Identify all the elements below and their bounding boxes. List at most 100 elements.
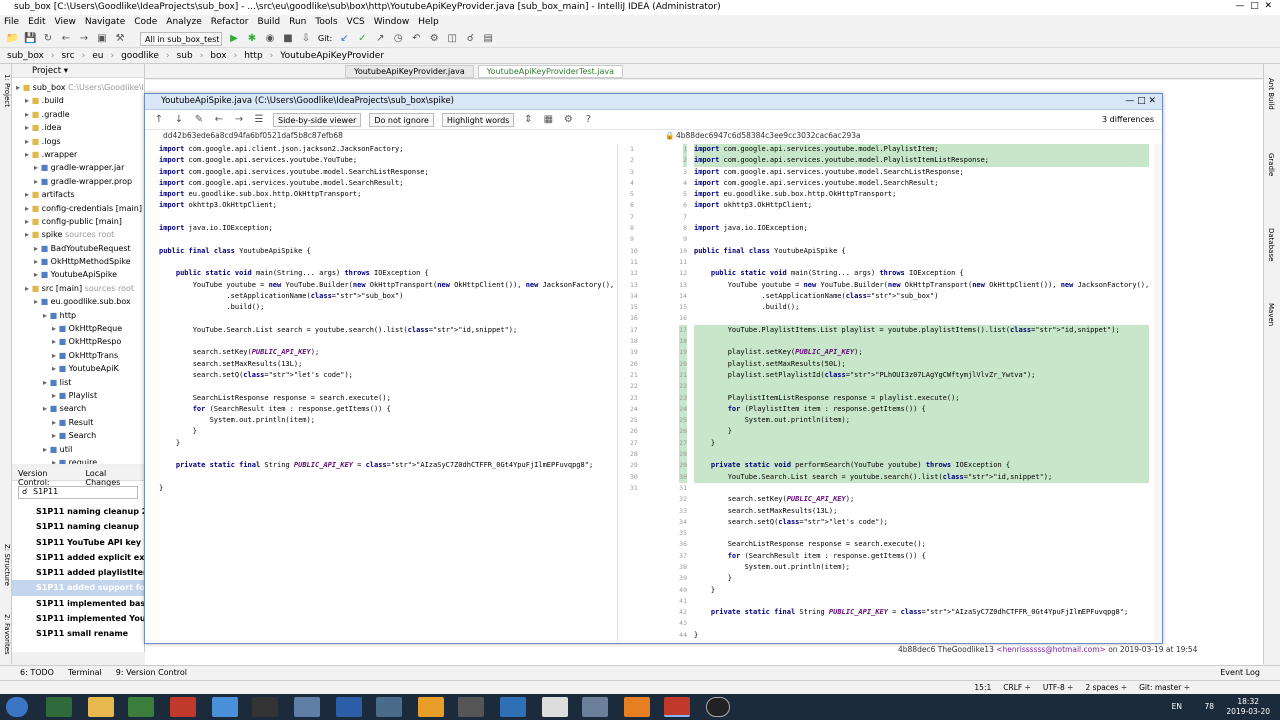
breadcrumb-item[interactable]: box: [207, 51, 229, 61]
breadcrumb-item[interactable]: sub_box: [4, 51, 47, 61]
tool-ant-build[interactable]: Ant Build: [1267, 78, 1275, 110]
diff-scrollbar[interactable]: [1154, 144, 1162, 642]
tree-item[interactable]: ▸ ■ require: [12, 456, 144, 464]
terminal-icon[interactable]: [252, 697, 278, 717]
tree-item[interactable]: ▸ ■ YoutubeApiSpike: [12, 268, 144, 281]
editor-tab[interactable]: YoutubeApiKeyProviderTest.java: [477, 64, 624, 78]
open-icon[interactable]: 📁: [6, 33, 18, 45]
git-branch[interactable]: Git: master ÷: [1139, 683, 1190, 692]
taskbar-app-icon[interactable]: [582, 697, 608, 717]
taskbar-app-icon[interactable]: [46, 697, 72, 717]
run-config-select[interactable]: All in sub_box_test: [140, 31, 222, 46]
tree-item[interactable]: ▸ ■ http: [12, 309, 144, 322]
taskbar-app-icon[interactable]: [418, 697, 444, 717]
menu-file[interactable]: File: [4, 17, 19, 27]
tool-favorites[interactable]: 2: Favorites: [3, 614, 11, 655]
taskbar-app-icon[interactable]: [376, 697, 402, 717]
next-diff-icon[interactable]: ↑: [153, 114, 165, 126]
tree-item[interactable]: ▸ ■ OkHttpRespo: [12, 335, 144, 348]
menu-code[interactable]: Code: [134, 17, 157, 27]
start-icon[interactable]: [6, 697, 28, 717]
tree-item[interactable]: ▸ ■ util: [12, 443, 144, 456]
tool-gradle[interactable]: Gradle: [1267, 153, 1275, 176]
tray-clock[interactable]: 18:32 2019-03-20: [1226, 697, 1270, 717]
taskbar-app-icon[interactable]: [500, 697, 526, 717]
viewer-select[interactable]: Side-by-side viewer: [273, 112, 362, 127]
menu-edit[interactable]: Edit: [28, 17, 45, 27]
tree-item[interactable]: ▸ ■ BadYoutubeRequest: [12, 242, 144, 255]
breadcrumb-item[interactable]: YoutubeApiKeyProvider: [277, 51, 387, 61]
coverage-icon[interactable]: ◉: [264, 33, 276, 45]
menu-navigate[interactable]: Navigate: [85, 17, 125, 27]
tree-item[interactable]: ▸ ■ gradle-wrapper.jar: [12, 161, 144, 174]
vc-search-box[interactable]: ☌ S1P11: [18, 486, 138, 499]
taskbar-app-icon[interactable]: [294, 697, 320, 717]
ignore-select[interactable]: Do not ignore: [369, 112, 434, 127]
tree-item[interactable]: ▸ ■ OkHttpTrans: [12, 349, 144, 362]
tool-maven[interactable]: Maven: [1267, 303, 1275, 326]
forward-icon[interactable]: →: [78, 33, 90, 45]
line-separator[interactable]: CRLF ÷: [1003, 683, 1031, 692]
breadcrumb-item[interactable]: src: [58, 51, 77, 61]
tree-item[interactable]: ▸ ■ gradle-wrapper.prop: [12, 175, 144, 188]
tool-database[interactable]: Database: [1267, 228, 1275, 261]
tree-item[interactable]: ▸ ■ Search: [12, 429, 144, 442]
taskbar-app-icon[interactable]: [458, 697, 484, 717]
back-icon[interactable]: ←: [60, 33, 72, 45]
run-icon[interactable]: ▶: [228, 33, 240, 45]
save-icon[interactable]: 💾: [24, 33, 36, 45]
tree-item[interactable]: ▸ ■ sub_box C:\Users\Goodlike\IdeaProjec…: [12, 81, 144, 94]
bottom-tab[interactable]: 6: TODO: [20, 668, 54, 677]
settings-icon[interactable]: ⚙: [428, 33, 440, 45]
tree-item[interactable]: ▸ ■ .idea: [12, 121, 144, 134]
tree-item[interactable]: ▸ ■ search: [12, 402, 144, 415]
git-pull-icon[interactable]: ↙: [338, 33, 350, 45]
hammer-icon[interactable]: ⚒: [114, 33, 126, 45]
tree-item[interactable]: ▸ ■ spike sources root: [12, 228, 144, 241]
menu-refactor[interactable]: Refactor: [211, 17, 249, 27]
commit-email[interactable]: <henrissssss@hotmail.com>: [996, 645, 1106, 654]
revert-icon[interactable]: ↶: [410, 33, 422, 45]
tree-item[interactable]: ▸ ■ Playlist: [12, 389, 144, 402]
list-icon[interactable]: ☰: [253, 114, 265, 126]
menu-window[interactable]: Window: [374, 17, 410, 27]
sync-scroll-icon[interactable]: ▦: [542, 114, 554, 126]
taskbar-app-icon[interactable]: [706, 697, 730, 717]
bottom-tab[interactable]: Terminal: [68, 668, 102, 677]
commit-row[interactable]: S1P11 naming cleanup: [12, 519, 144, 534]
breadcrumb-item[interactable]: goodlike: [118, 51, 162, 61]
taskbar-app-icon[interactable]: [336, 697, 362, 717]
tool-project[interactable]: 1: Project: [3, 74, 11, 107]
git-commit-icon[interactable]: ✓: [356, 33, 368, 45]
menu-help[interactable]: Help: [418, 17, 439, 27]
commit-row[interactable]: S1P11 added support for delete: [12, 580, 144, 596]
taskbar-app-icon[interactable]: [542, 697, 568, 717]
tasks-icon[interactable]: ▤: [482, 33, 494, 45]
tree-item[interactable]: ▸ ■ Result: [12, 416, 144, 429]
collapse-icon[interactable]: ⇕: [522, 114, 534, 126]
tree-item[interactable]: ▸ ■ OkHttpMethodSpike: [12, 255, 144, 268]
tree-item[interactable]: ▸ ■ OkHttpReque: [12, 322, 144, 335]
window-controls[interactable]: — □ ✕: [1236, 1, 1273, 11]
menu-vcs[interactable]: VCS: [347, 17, 365, 27]
git-push-icon[interactable]: ↗: [374, 33, 386, 45]
breadcrumb-item[interactable]: eu: [89, 51, 106, 61]
breadcrumb-item[interactable]: http: [241, 51, 265, 61]
search-app-icon[interactable]: [624, 697, 650, 717]
vc-search-input[interactable]: S1P11: [33, 487, 58, 496]
left-arrow-icon[interactable]: ←: [213, 114, 225, 126]
tray-volume[interactable]: 78: [1204, 702, 1214, 711]
highlight-select[interactable]: Highlight words: [441, 112, 515, 127]
tree-item[interactable]: ▸ ■ .logs: [12, 135, 144, 148]
right-code-pane[interactable]: import com.google.api.services.youtube.m…: [694, 144, 1149, 641]
prev-diff-icon[interactable]: ↓: [173, 114, 185, 126]
sync-icon[interactable]: ↻: [42, 33, 54, 45]
tree-item[interactable]: ▸ ■ eu.goodlike.sub.box: [12, 295, 144, 308]
tree-item[interactable]: ▸ ■ artifacts: [12, 188, 144, 201]
vcs-update-icon[interactable]: ⇩: [300, 33, 312, 45]
tree-item[interactable]: ▸ ■ config-credentials [main]: [12, 202, 144, 215]
diff-window-controls[interactable]: — □ ✕: [1125, 96, 1156, 106]
event-log-tab[interactable]: Event Log: [1220, 668, 1260, 677]
commit-row[interactable]: S1P11 implemented YoutubeVi: [12, 611, 144, 626]
vc-tab[interactable]: Local Changes: [85, 469, 138, 487]
